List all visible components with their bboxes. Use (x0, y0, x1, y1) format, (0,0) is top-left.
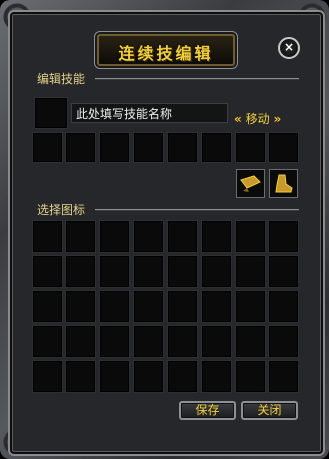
scroll-icon (240, 175, 261, 192)
icon-slot[interactable] (235, 290, 266, 323)
icon-slot[interactable] (99, 255, 130, 288)
section-divider (95, 78, 299, 80)
icon-slot[interactable] (235, 325, 266, 358)
icon-slot[interactable] (268, 255, 299, 288)
icon-slot[interactable] (167, 290, 198, 323)
icon-slot[interactable] (99, 325, 130, 358)
skill-boot-icon[interactable] (269, 169, 298, 198)
sequence-slot[interactable] (99, 132, 130, 163)
section-divider (95, 209, 299, 211)
window-title: 连续技编辑 (118, 44, 214, 63)
icon-slot[interactable] (133, 255, 164, 288)
icon-slot[interactable] (32, 325, 63, 358)
icon-slot[interactable] (133, 325, 164, 358)
icon-slot[interactable] (235, 360, 266, 393)
icon-slot[interactable] (99, 360, 130, 393)
icon-slot[interactable] (235, 220, 266, 253)
move-left-arrow-icon[interactable]: « (234, 112, 242, 126)
icon-slot[interactable] (99, 220, 130, 253)
icon-slot[interactable] (99, 290, 130, 323)
sequence-slot[interactable] (201, 132, 232, 163)
icon-slot[interactable] (167, 325, 198, 358)
sequence-slot[interactable] (32, 132, 63, 163)
skill-scroll-icon[interactable] (236, 169, 265, 198)
icon-slot[interactable] (65, 360, 96, 393)
icon-slot[interactable] (268, 360, 299, 393)
skill-icon-slot[interactable] (34, 97, 68, 129)
icon-slot[interactable] (133, 290, 164, 323)
icon-slot[interactable] (268, 220, 299, 253)
icon-slot[interactable] (65, 290, 96, 323)
close-icon[interactable]: × (278, 37, 300, 59)
sequence-slot[interactable] (235, 132, 266, 163)
icon-slot[interactable] (201, 325, 232, 358)
icon-slot[interactable] (167, 255, 198, 288)
sequence-slot[interactable] (167, 132, 198, 163)
icon-slot[interactable] (268, 325, 299, 358)
sequence-slot[interactable] (65, 132, 96, 163)
icon-slot[interactable] (133, 360, 164, 393)
title-plate: 连续技编辑 (97, 34, 235, 66)
icon-slot[interactable] (201, 220, 232, 253)
icon-slot[interactable] (167, 220, 198, 253)
sequence-slot[interactable] (268, 132, 299, 163)
icon-slot[interactable] (65, 255, 96, 288)
move-label: 移动 (245, 112, 270, 126)
icon-slot[interactable] (201, 360, 232, 393)
icon-slot[interactable] (133, 220, 164, 253)
icon-slot[interactable] (32, 290, 63, 323)
icon-slot[interactable] (32, 360, 63, 393)
save-button[interactable]: 保存 (179, 401, 236, 420)
icon-slot[interactable] (201, 290, 232, 323)
icon-slot[interactable] (32, 220, 63, 253)
sequence-slot[interactable] (133, 132, 164, 163)
move-right-arrow-icon[interactable]: » (273, 112, 281, 126)
skill-name-input[interactable] (71, 103, 228, 123)
move-control[interactable]: « 移动 » (234, 110, 281, 127)
edit-skill-heading: 编辑技能 (37, 72, 86, 86)
icon-slot[interactable] (235, 255, 266, 288)
boot-icon (275, 174, 293, 193)
icon-slot[interactable] (167, 360, 198, 393)
icon-slot[interactable] (201, 255, 232, 288)
icon-slot[interactable] (268, 290, 299, 323)
close-button[interactable]: 关闭 (241, 401, 298, 420)
icon-slot[interactable] (65, 220, 96, 253)
icon-slot[interactable] (65, 325, 96, 358)
select-icon-heading: 选择图标 (37, 203, 86, 217)
icon-slot[interactable] (32, 255, 63, 288)
